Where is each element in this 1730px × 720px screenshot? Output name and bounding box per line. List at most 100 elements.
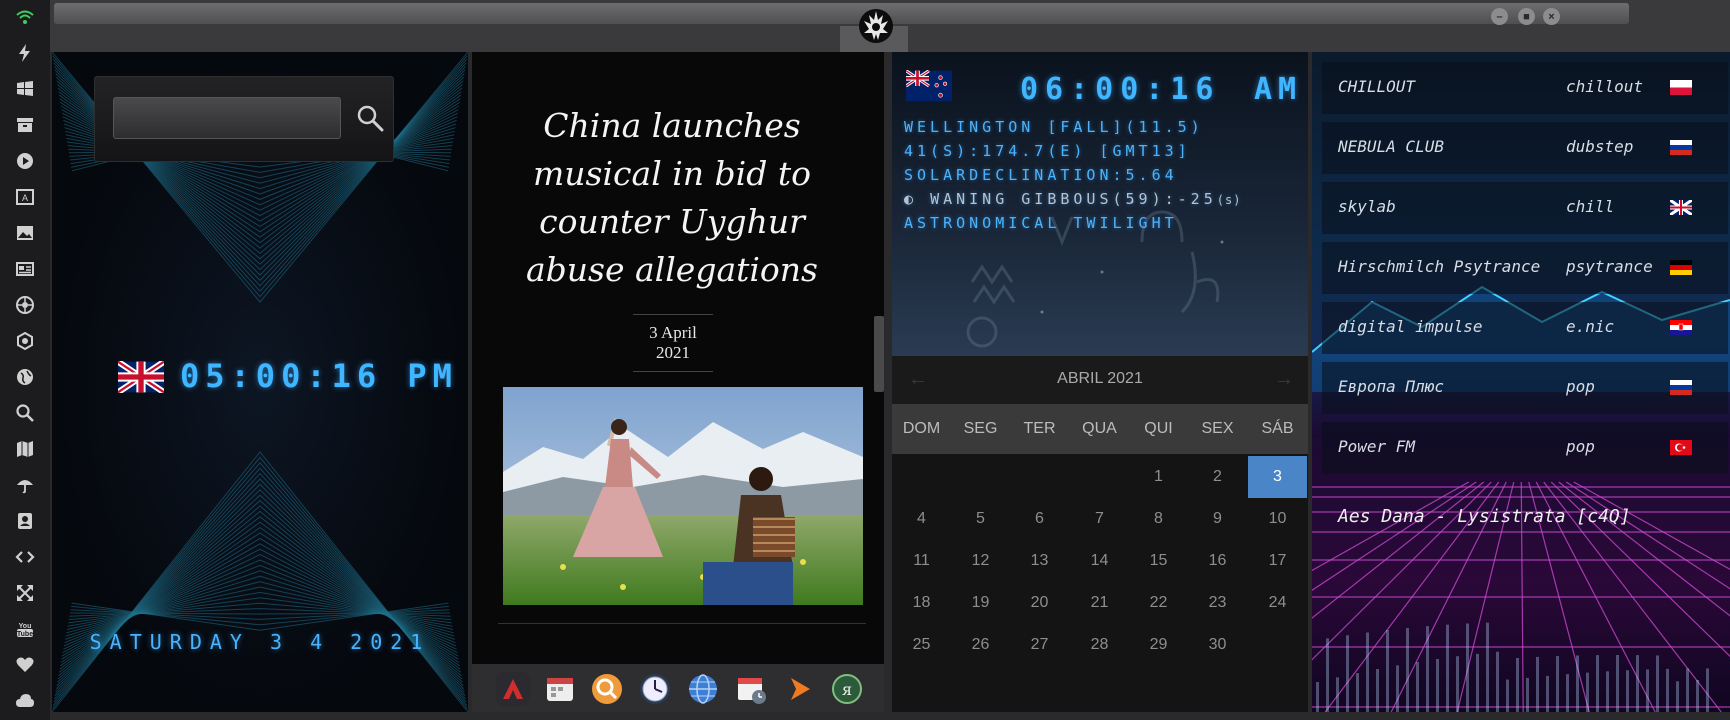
radio-station[interactable]: CHILLOUT chillout [1322,62,1728,114]
media-player-icon[interactable] [782,672,816,706]
minimize-button[interactable]: – [1491,8,1508,25]
calendar-day[interactable]: 20 [1010,582,1069,624]
calendar-day[interactable]: 28 [1070,624,1129,666]
radio-station[interactable]: skylab chill [1322,182,1728,234]
visualizer-bar [1676,681,1679,712]
visualizer-bar [1696,680,1699,712]
play-icon[interactable] [14,150,36,172]
youtube-icon[interactable]: You Tube [14,618,36,640]
news-image[interactable] [503,387,863,605]
address-bar[interactable] [54,3,1629,24]
calendar-icon[interactable] [734,672,768,706]
station-name: Hirschmilch Psytrance [1338,257,1541,276]
calendar-day[interactable]: 2 [1188,456,1247,498]
station-genre: pop [1566,437,1595,456]
calendar-day[interactable]: 13 [1010,540,1069,582]
calendar-day[interactable]: 3 [1248,456,1307,498]
maps-icon[interactable]: A [14,186,36,208]
calendar-day[interactable]: 7 [1070,498,1129,540]
radio-station[interactable]: Power FM pop [1322,422,1728,474]
calendar-day[interactable]: 1 [1129,456,1188,498]
bolt-icon[interactable] [14,42,36,64]
calendar-app-icon[interactable] [543,672,577,706]
visualizer-bar [1356,673,1359,712]
visualizer-bar [1316,682,1319,712]
expand-icon[interactable] [14,582,36,604]
search-icon[interactable] [14,402,36,424]
search-app-icon[interactable] [590,672,624,706]
calendar-day[interactable]: 4 [892,498,951,540]
nz-flag-icon [906,70,952,102]
wifi-icon[interactable] [14,6,36,28]
calendar-day[interactable]: 30 [1188,624,1247,666]
calendar-day[interactable]: 5 [951,498,1010,540]
news-headline[interactable]: China launches musical in bid to counter… [502,102,842,294]
contacts-icon[interactable] [14,510,36,532]
umbrella-icon[interactable] [14,474,36,496]
calendar-day[interactable]: 10 [1248,498,1307,540]
heart-icon[interactable] [14,654,36,676]
app-dock: я [472,664,884,712]
visualizer-bar [1376,669,1379,712]
news-icon[interactable] [14,258,36,280]
visualizer-bar [1576,655,1579,712]
visualizer-bar [1406,627,1409,712]
calendar-day[interactable]: 11 [892,540,951,582]
app-store-icon[interactable] [496,672,530,706]
calendar-day[interactable]: 9 [1188,498,1247,540]
close-button[interactable]: × [1543,8,1560,25]
code-icon[interactable] [14,546,36,568]
calendar-day[interactable]: 19 [951,582,1010,624]
calendar-day[interactable]: 21 [1070,582,1129,624]
calendar-day[interactable]: 24 [1248,582,1307,624]
radio-station[interactable]: digital impulse e.nic [1322,302,1728,354]
calendar-day[interactable]: 26 [951,624,1010,666]
radio-station[interactable]: Hirschmilch Psytrance psytrance [1322,242,1728,294]
calendar-panel: ← ABRIL 2021 → DOM SEG TER QUA QUI SEX SÁB 123… [892,356,1308,712]
search-input[interactable] [113,97,341,139]
visualizer-bar [1496,651,1499,712]
yandex-icon[interactable]: я [830,672,864,706]
map-icon[interactable] [14,438,36,460]
visualizer-bar [1596,655,1599,712]
calendar-day[interactable]: 23 [1188,582,1247,624]
remote-time: 06:00:16 [1020,72,1221,107]
hexagon-icon[interactable] [14,330,36,352]
windows-icon[interactable] [14,78,36,100]
shutter-icon[interactable] [14,294,36,316]
weekday-header: QUI [1144,420,1173,437]
calendar-day[interactable]: 22 [1129,582,1188,624]
visualizer-bar [1566,674,1569,712]
station-name: NEBULA CLUB [1338,137,1444,156]
calendar-day[interactable]: 12 [951,540,1010,582]
visualizer-bar [1446,624,1449,712]
image-icon[interactable] [14,222,36,244]
browser-icon[interactable] [686,672,720,706]
globe-icon[interactable] [14,366,36,388]
radio-panel: CHILLOUT chillout NEBULA CLUB dubstep skylab… [1312,52,1730,712]
calendar-day[interactable]: 14 [1070,540,1129,582]
calendar-day[interactable]: 18 [892,582,951,624]
visualizer-bar [1476,653,1479,712]
radio-station[interactable]: Европа Плюс pop [1322,362,1728,414]
cloud-icon[interactable] [14,690,36,712]
calendar-day[interactable]: 17 [1248,540,1307,582]
search-icon[interactable] [355,103,385,133]
calendar-day[interactable]: 15 [1129,540,1188,582]
visualizer-bar [1326,638,1329,712]
radio-station[interactable]: NEBULA CLUB dubstep [1322,122,1728,174]
local-date: SATURDAY 3 4 2021 [89,630,431,654]
archive-icon[interactable] [14,114,36,136]
news-scrollbar[interactable] [874,316,884,392]
calendar-day[interactable]: 6 [1010,498,1069,540]
maximize-button[interactable]: ■ [1518,8,1535,25]
news-panel: China launches musical in bid to counter… [472,52,884,664]
next-month-button[interactable]: → [1274,368,1294,391]
calendar-day[interactable]: 29 [1129,624,1188,666]
calendar-day[interactable]: 8 [1129,498,1188,540]
calendar-day[interactable]: 25 [892,624,951,666]
calendar-day[interactable]: 27 [1010,624,1069,666]
visualizer-bar [1436,658,1439,712]
clock-app-icon[interactable] [638,672,672,706]
calendar-day[interactable]: 16 [1188,540,1247,582]
